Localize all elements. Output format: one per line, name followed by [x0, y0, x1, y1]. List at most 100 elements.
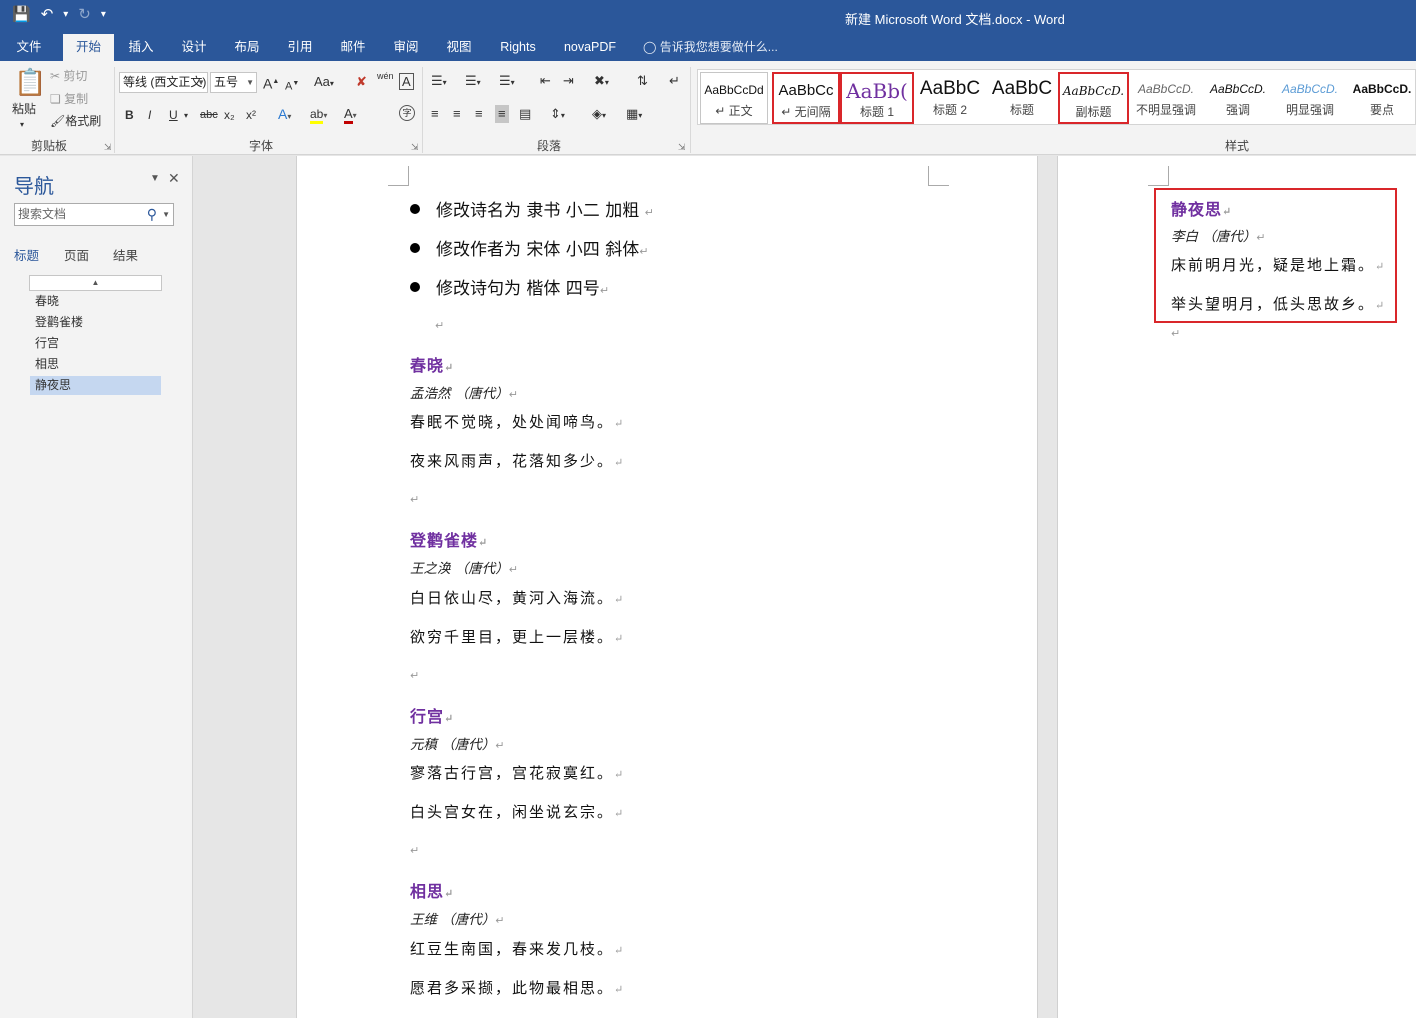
- underline-button[interactable]: U: [169, 106, 178, 124]
- phonetic-guide-icon[interactable]: wén: [377, 71, 394, 81]
- tab-mailings[interactable]: 邮件: [330, 34, 376, 61]
- style-no-spacing[interactable]: AaBbCc ↵ 无间隔: [772, 72, 840, 124]
- tab-file[interactable]: 文件: [6, 34, 52, 61]
- tab-view[interactable]: 视图: [436, 34, 482, 61]
- numbering-icon[interactable]: ☰▾: [465, 72, 481, 92]
- tab-layout[interactable]: 布局: [224, 34, 270, 61]
- shading-icon[interactable]: ◈▾: [592, 105, 606, 125]
- tab-novapdf[interactable]: novaPDF: [557, 34, 623, 61]
- style-strong[interactable]: AaBbCcD. 要点: [1348, 72, 1416, 124]
- chevron-down-icon: ▼: [197, 78, 205, 87]
- bullet-dot: [410, 243, 420, 253]
- cut-button[interactable]: ✂ 剪切: [50, 68, 87, 84]
- style-heading-2[interactable]: AaBbC 标题 2: [916, 72, 984, 124]
- nav-heading-item[interactable]: 春晓: [30, 292, 161, 311]
- search-icon[interactable]: ⚲: [147, 204, 157, 225]
- change-case-icon[interactable]: Aa▾: [314, 73, 334, 93]
- style-normal[interactable]: AaBbCcDd ↵ 正文: [700, 72, 768, 124]
- chevron-down-icon: ▼: [246, 78, 254, 87]
- save-icon[interactable]: 💾: [12, 5, 31, 25]
- paste-dropdown-icon[interactable]: ▾: [20, 117, 24, 133]
- customize-qat-icon[interactable]: ▾: [101, 5, 106, 25]
- poem-author: 元稹 （唐代）↵: [410, 737, 505, 753]
- nav-tab-pages[interactable]: 页面: [64, 245, 89, 264]
- styles-group-label: 样式: [1225, 139, 1250, 153]
- enclose-characters-icon[interactable]: 字: [399, 105, 415, 121]
- clipboard-launcher-icon[interactable]: ⇲: [104, 142, 112, 153]
- tab-review[interactable]: 审阅: [383, 34, 429, 61]
- font-launcher-icon[interactable]: ⇲: [411, 142, 419, 153]
- align-center-icon[interactable]: ≡: [453, 105, 461, 123]
- style-subtitle[interactable]: AaBbCcD. 副标题: [1058, 72, 1129, 124]
- style-emphasis[interactable]: AaBbCcD. 强调: [1204, 72, 1272, 124]
- undo-icon[interactable]: ↶: [41, 5, 54, 25]
- undo-dropdown-icon[interactable]: ▾: [63, 5, 68, 25]
- chinese-layout-icon[interactable]: ✖▾: [594, 72, 609, 92]
- shrink-font-icon[interactable]: A▼: [285, 75, 299, 96]
- chevron-down-icon[interactable]: ▼: [162, 204, 170, 225]
- nav-options-icon[interactable]: ▼: [150, 173, 160, 184]
- paste-icon[interactable]: 📋: [14, 67, 46, 97]
- redo-icon[interactable]: ↻: [78, 5, 91, 25]
- sort-icon[interactable]: ⇅: [637, 72, 648, 90]
- grow-font-icon[interactable]: A▲: [263, 73, 279, 93]
- font-size-combo[interactable]: 五号 ▼: [210, 72, 257, 93]
- poem-title: 登鹳雀楼↵: [410, 531, 489, 550]
- text-cursor: ↵: [1171, 328, 1181, 340]
- document-page[interactable]: 修改诗名为 隶书 小二 加粗 ↵ 修改作者为 宋体 小四 斜体↵ 修改诗句为 楷…: [296, 156, 1038, 1018]
- tab-references[interactable]: 引用: [277, 34, 323, 61]
- show-marks-icon[interactable]: ↵: [669, 72, 680, 90]
- borders-icon[interactable]: ▦▾: [626, 105, 642, 125]
- style-intense-emphasis[interactable]: AaBbCcD. 明显强调: [1276, 72, 1344, 124]
- underline-dropdown-icon[interactable]: ▾: [184, 107, 188, 125]
- nav-tab-headings[interactable]: 标题: [14, 245, 39, 264]
- document-area: 修改诗名为 隶书 小二 加粗 ↵ 修改作者为 宋体 小四 斜体↵ 修改诗句为 楷…: [193, 156, 1416, 1018]
- superscript-button[interactable]: x²: [246, 106, 256, 124]
- poem-author: 李白 （唐代）↵: [1171, 229, 1266, 245]
- format-painter-button[interactable]: 🖌格式刷: [50, 113, 101, 129]
- text-effects-icon[interactable]: A▾: [278, 105, 291, 126]
- poem-line: 举头望明月，低头思故乡。↵: [1171, 295, 1387, 313]
- align-left-icon[interactable]: ≡: [431, 105, 439, 123]
- poem-title: 静夜思↵: [1171, 200, 1233, 219]
- subscript-button[interactable]: x₂: [224, 106, 235, 124]
- nav-heading-item-selected[interactable]: 静夜思: [30, 376, 161, 395]
- font-color-icon[interactable]: A▾: [344, 105, 357, 125]
- highlight-color-icon[interactable]: ab▾: [310, 105, 327, 125]
- tab-home[interactable]: 开始: [63, 34, 114, 61]
- close-icon[interactable]: ✕: [168, 170, 180, 187]
- style-heading-1[interactable]: AaBb(标题 1: [840, 72, 914, 124]
- tell-me-box[interactable]: ◯ 告诉我您想要做什么...: [643, 34, 778, 61]
- justify-icon[interactable]: ≡: [495, 105, 509, 123]
- clear-formatting-icon[interactable]: ✘: [356, 73, 367, 91]
- tab-insert[interactable]: 插入: [118, 34, 164, 61]
- character-border-icon[interactable]: A: [399, 73, 414, 90]
- line-spacing-icon[interactable]: ⇕▾: [550, 105, 565, 125]
- align-right-icon[interactable]: ≡: [475, 105, 483, 123]
- styles-gallery: AaBbCcDd ↵ 正文 AaBbCc ↵ 无间隔 AaBb(标题 1 AaBbC…: [697, 69, 1416, 125]
- paste-button[interactable]: 粘贴: [12, 101, 36, 117]
- tab-rights[interactable]: Rights: [490, 34, 546, 61]
- clipboard-group-label: 剪贴板: [31, 139, 68, 153]
- tab-design[interactable]: 设计: [171, 34, 217, 61]
- bullets-icon[interactable]: ☰▾: [431, 72, 447, 92]
- distributed-icon[interactable]: ▤: [519, 105, 531, 123]
- style-title[interactable]: AaBbC 标题: [988, 72, 1056, 124]
- italic-button[interactable]: I: [148, 106, 151, 124]
- bold-button[interactable]: B: [125, 106, 134, 124]
- search-input[interactable]: 搜索文档 ⚲ ▼: [14, 203, 174, 226]
- nav-heading-item[interactable]: 行宫: [30, 334, 161, 353]
- copy-button[interactable]: ❏ 复制: [50, 91, 88, 107]
- nav-tab-results[interactable]: 结果: [113, 245, 138, 264]
- multilevel-list-icon[interactable]: ☰▾: [499, 72, 515, 92]
- document-page[interactable]: 静夜思↵ 李白 （唐代）↵ 床前明月光，疑是地上霜。↵ 举头望明月，低头思故乡。…: [1057, 156, 1416, 1018]
- collapse-all-button[interactable]: ▲: [29, 275, 162, 291]
- style-subtle-emphasis[interactable]: AaBbCcD. 不明显强调: [1132, 72, 1200, 124]
- increase-indent-icon[interactable]: ⇥: [563, 72, 574, 90]
- strikethrough-button[interactable]: abc: [200, 106, 218, 124]
- decrease-indent-icon[interactable]: ⇤: [540, 72, 551, 90]
- nav-heading-item[interactable]: 相思: [30, 355, 161, 374]
- nav-heading-item[interactable]: 登鹳雀楼: [30, 313, 161, 332]
- paragraph-launcher-icon[interactable]: ⇲: [678, 142, 686, 153]
- font-name-combo[interactable]: 等线 (西文正文) ▼: [119, 72, 208, 93]
